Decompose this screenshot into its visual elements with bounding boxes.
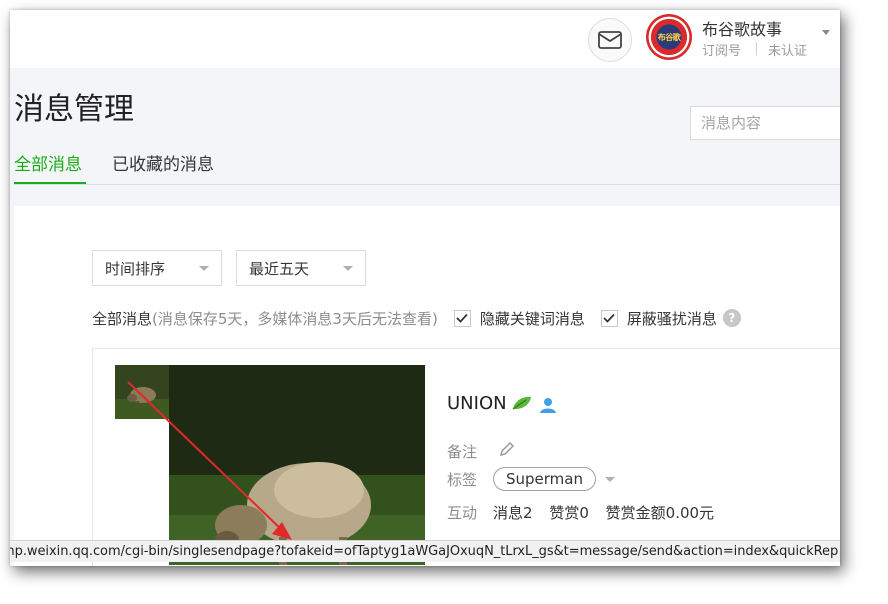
hide-keyword-checkbox[interactable]: 隐藏关键词消息 — [453, 308, 585, 329]
tag-label: 标签 — [447, 471, 478, 489]
tag-badge[interactable]: Superman — [493, 467, 596, 491]
browser-window: 布谷歌 布谷歌故事 订阅号 未认证 消息管理 全部消息 已收藏的消息 时间排序 … — [10, 10, 840, 566]
user-name[interactable]: UNION — [447, 393, 507, 414]
page-body: 消息管理 全部消息 已收藏的消息 时间排序 最近五天 全部消息 (消息保存5天，… — [10, 68, 840, 566]
reward-amount: 赞赏金额0.00元 — [605, 504, 715, 522]
tab-starred-messages[interactable]: 已收藏的消息 — [112, 150, 214, 175]
hide-keyword-label: 隐藏关键词消息 — [479, 309, 585, 328]
account-status: 未认证 — [768, 44, 808, 59]
sort-dropdown-value: 时间排序 — [105, 259, 166, 278]
retention-note: (消息保存5天，多媒体消息3天后无法查看) — [152, 309, 438, 328]
mail-button[interactable] — [588, 18, 632, 62]
avatar[interactable]: 布谷歌 — [646, 14, 692, 60]
browser-status-bar: mp.weixin.qq.com/cgi-bin/singlesendpage?… — [10, 540, 840, 562]
chevron-down-icon — [199, 266, 209, 271]
interaction-label: 互动 — [447, 504, 478, 522]
chevron-down-icon — [343, 266, 353, 271]
message-count: 消息2 — [493, 504, 533, 522]
filter-row: 全部消息 (消息保存5天，多媒体消息3天后无法查看) 隐藏关键词消息 屏蔽骚扰消… — [92, 306, 741, 330]
interaction-stats: 消息2 赞赏0 赞赏金额0.00元 — [493, 502, 726, 523]
message-item: UNION 备注 标签 Superman 互动 消息2 赞赏0 赞赏金额0.00… — [92, 348, 840, 566]
leaf-icon — [512, 396, 531, 410]
tab-all-messages[interactable]: 全部消息 — [14, 150, 82, 175]
user-icon[interactable] — [539, 397, 557, 413]
filter-all-label: 全部消息 — [92, 309, 153, 328]
sheep-preview-image — [169, 365, 425, 565]
avatar-text: 布谷歌 — [657, 32, 681, 42]
chevron-down-icon[interactable] — [605, 477, 615, 482]
sort-dropdown[interactable]: 时间排序 — [92, 250, 222, 286]
remark-label: 备注 — [447, 443, 478, 461]
page-title: 消息管理 — [14, 92, 134, 127]
date-range-dropdown-value: 最近五天 — [249, 259, 310, 278]
account-name[interactable]: 布谷歌故事 — [702, 16, 782, 40]
chevron-down-icon[interactable] — [822, 30, 830, 35]
image-preview-popup — [169, 365, 425, 565]
block-spam-checkbox[interactable]: 屏蔽骚扰消息 — [600, 308, 717, 329]
check-icon — [603, 313, 615, 323]
sheep-thumbnail-image — [115, 365, 169, 419]
checkbox-box[interactable] — [600, 309, 618, 327]
block-spam-label: 屏蔽骚扰消息 — [626, 309, 717, 328]
date-range-dropdown[interactable]: 最近五天 — [236, 250, 366, 286]
tab-divider — [14, 184, 840, 185]
top-header: 布谷歌 布谷歌故事 订阅号 未认证 — [10, 10, 840, 68]
check-icon — [456, 313, 468, 323]
message-panel: 时间排序 最近五天 全部消息 (消息保存5天，多媒体消息3天后无法查看) 隐藏关… — [14, 206, 840, 566]
status-url: mp.weixin.qq.com/cgi-bin/singlesendpage?… — [10, 544, 839, 559]
pencil-icon[interactable] — [499, 441, 515, 457]
mail-icon — [598, 31, 622, 49]
search-input[interactable] — [690, 106, 840, 140]
help-icon[interactable]: ? — [722, 309, 741, 327]
like-count: 赞赏0 — [549, 504, 589, 522]
account-separator — [756, 42, 757, 55]
checkbox-box[interactable] — [453, 309, 471, 327]
account-type: 订阅号 — [702, 44, 742, 59]
message-image-thumbnail[interactable] — [115, 365, 169, 419]
